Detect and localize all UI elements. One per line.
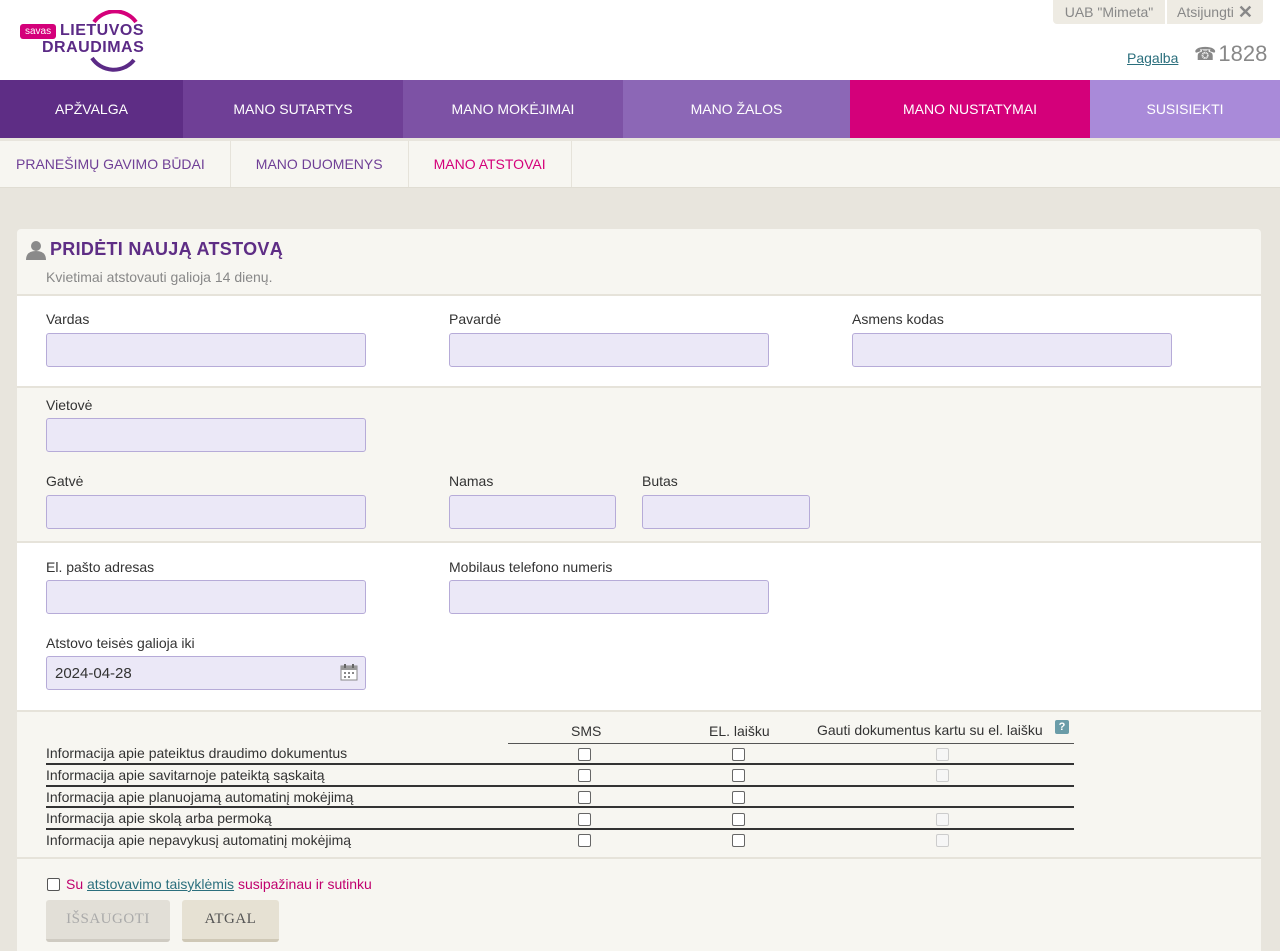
apartment-input[interactable] bbox=[642, 495, 810, 529]
docs-checkbox[interactable] bbox=[936, 748, 949, 761]
personal-code-label: Asmens kodas bbox=[852, 311, 944, 327]
street-label: Gatvė bbox=[46, 473, 84, 489]
table-row-label: Informacija apie pateiktus draudimo doku… bbox=[46, 745, 348, 761]
table-row-label: Informacija apie skolą arba permoką bbox=[46, 810, 272, 826]
last-name-input[interactable] bbox=[449, 333, 769, 367]
save-button[interactable]: IŠSAUGOTI bbox=[46, 900, 170, 942]
sms-checkbox[interactable] bbox=[578, 813, 591, 826]
logo-badge: savas bbox=[20, 24, 57, 39]
personal-code-input[interactable] bbox=[852, 333, 1172, 367]
house-label: Namas bbox=[449, 473, 494, 489]
row-divider bbox=[46, 785, 1074, 787]
tab-payments[interactable]: MANO MOKĖJIMAI bbox=[403, 80, 623, 138]
email-checkbox[interactable] bbox=[732, 791, 745, 804]
close-icon: ✕ bbox=[1237, 1, 1253, 22]
subtab-my-data[interactable]: MANO DUOMENYS bbox=[231, 141, 409, 187]
rules-link[interactable]: atstovavimo taisyklėmis bbox=[87, 876, 234, 892]
tab-settings[interactable]: MANO NUSTATYMAI bbox=[850, 80, 1090, 138]
logout-button[interactable]: Atsijungti ✕ bbox=[1167, 0, 1263, 24]
divider bbox=[17, 386, 1261, 388]
sms-checkbox[interactable] bbox=[578, 791, 591, 804]
email-checkbox[interactable] bbox=[732, 834, 745, 847]
first-name-input[interactable] bbox=[46, 333, 366, 367]
docs-checkbox[interactable] bbox=[936, 834, 949, 847]
row-divider bbox=[46, 806, 1074, 808]
divider bbox=[17, 710, 1261, 712]
street-input[interactable] bbox=[46, 495, 366, 529]
mobile-input[interactable] bbox=[449, 580, 769, 614]
phone-label: 1828 bbox=[1218, 41, 1268, 66]
logo-text-1: LIETUVOS bbox=[60, 22, 145, 39]
sms-checkbox[interactable] bbox=[578, 748, 591, 761]
last-name-label: Pavardė bbox=[449, 311, 502, 327]
table-row-label: Informacija apie planuojamą automatinį m… bbox=[46, 789, 354, 805]
locality-input[interactable] bbox=[46, 418, 366, 452]
email-checkbox[interactable] bbox=[732, 813, 745, 826]
agree-prefix: Su bbox=[66, 876, 84, 892]
calendar-icon[interactable] bbox=[340, 663, 358, 681]
person-icon bbox=[26, 240, 46, 260]
phone-number: ☎ 1828 bbox=[1194, 41, 1267, 67]
help-link[interactable]: Pagalba bbox=[1127, 50, 1178, 66]
logo-text-2: DRAUDIMAS bbox=[42, 39, 145, 56]
row-divider bbox=[46, 763, 1074, 765]
email-checkbox[interactable] bbox=[732, 748, 745, 761]
tab-contracts[interactable]: MANO SUTARTYS bbox=[183, 80, 403, 138]
main-nav: APŽVALGA MANO SUTARTYS MANO MOKĖJIMAI MA… bbox=[0, 80, 1280, 138]
tab-claims[interactable]: MANO ŽALOS bbox=[623, 80, 850, 138]
valid-until-label: Atstovo teisės galioja iki bbox=[46, 635, 195, 651]
mobile-label: Mobilaus telefono numeris bbox=[449, 559, 613, 575]
sub-nav: PRANEŠIMŲ GAVIMO BŪDAI MANO DUOMENYS MAN… bbox=[0, 141, 1280, 188]
agree-checkbox[interactable] bbox=[47, 878, 60, 891]
tab-contact[interactable]: SUSISIEKTI bbox=[1090, 80, 1280, 138]
agree-text: Su atstovavimo taisyklėmis susipažinau i… bbox=[66, 876, 372, 892]
col-docs-email: Gauti dokumentus kartu su el. laišku bbox=[817, 722, 1043, 738]
col-email: EL. laišku bbox=[709, 723, 770, 739]
subtab-notifications[interactable]: PRANEŠIMŲ GAVIMO BŪDAI bbox=[0, 141, 231, 187]
email-input[interactable] bbox=[46, 580, 366, 614]
card-header: PRIDĖTI NAUJĄ ATSTOVĄ bbox=[26, 239, 283, 260]
logo[interactable]: savas LIETUVOS DRAUDIMAS bbox=[20, 10, 150, 72]
tab-overview[interactable]: APŽVALGA bbox=[0, 80, 183, 138]
docs-checkbox[interactable] bbox=[936, 769, 949, 782]
table-row-label: Informacija apie savitarnoje pateiktą są… bbox=[46, 767, 325, 783]
first-name-label: Vardas bbox=[46, 311, 90, 327]
help-icon[interactable]: ? bbox=[1055, 720, 1069, 734]
divider bbox=[17, 857, 1261, 859]
apartment-label: Butas bbox=[642, 473, 678, 489]
agree-suffix: susipažinau ir sutinku bbox=[237, 876, 372, 892]
col-sms: SMS bbox=[571, 723, 602, 739]
page-title: PRIDĖTI NAUJĄ ATSTOVĄ bbox=[50, 239, 283, 259]
valid-until-input[interactable] bbox=[46, 656, 366, 690]
house-input[interactable] bbox=[449, 495, 616, 529]
locality-label: Vietovė bbox=[46, 397, 93, 413]
row-divider bbox=[46, 828, 1074, 830]
logout-label: Atsijungti bbox=[1177, 4, 1234, 20]
header: savas LIETUVOS DRAUDIMAS UAB "Mimeta" At… bbox=[0, 0, 1280, 80]
page-subtitle: Kvietimai atstovauti galioja 14 dienų. bbox=[46, 269, 273, 285]
table-header-line bbox=[508, 743, 1074, 744]
email-checkbox[interactable] bbox=[732, 769, 745, 782]
sms-checkbox[interactable] bbox=[578, 769, 591, 782]
email-label: El. pašto adresas bbox=[46, 559, 155, 575]
table-row-label: Informacija apie nepavykusį automatinį m… bbox=[46, 832, 352, 848]
phone-icon: ☎ bbox=[1194, 43, 1217, 64]
back-button[interactable]: ATGAL bbox=[182, 900, 279, 942]
docs-checkbox[interactable] bbox=[936, 813, 949, 826]
subtab-representatives[interactable]: MANO ATSTOVAI bbox=[409, 141, 572, 187]
company-name[interactable]: UAB "Mimeta" bbox=[1053, 0, 1165, 24]
sms-checkbox[interactable] bbox=[578, 834, 591, 847]
